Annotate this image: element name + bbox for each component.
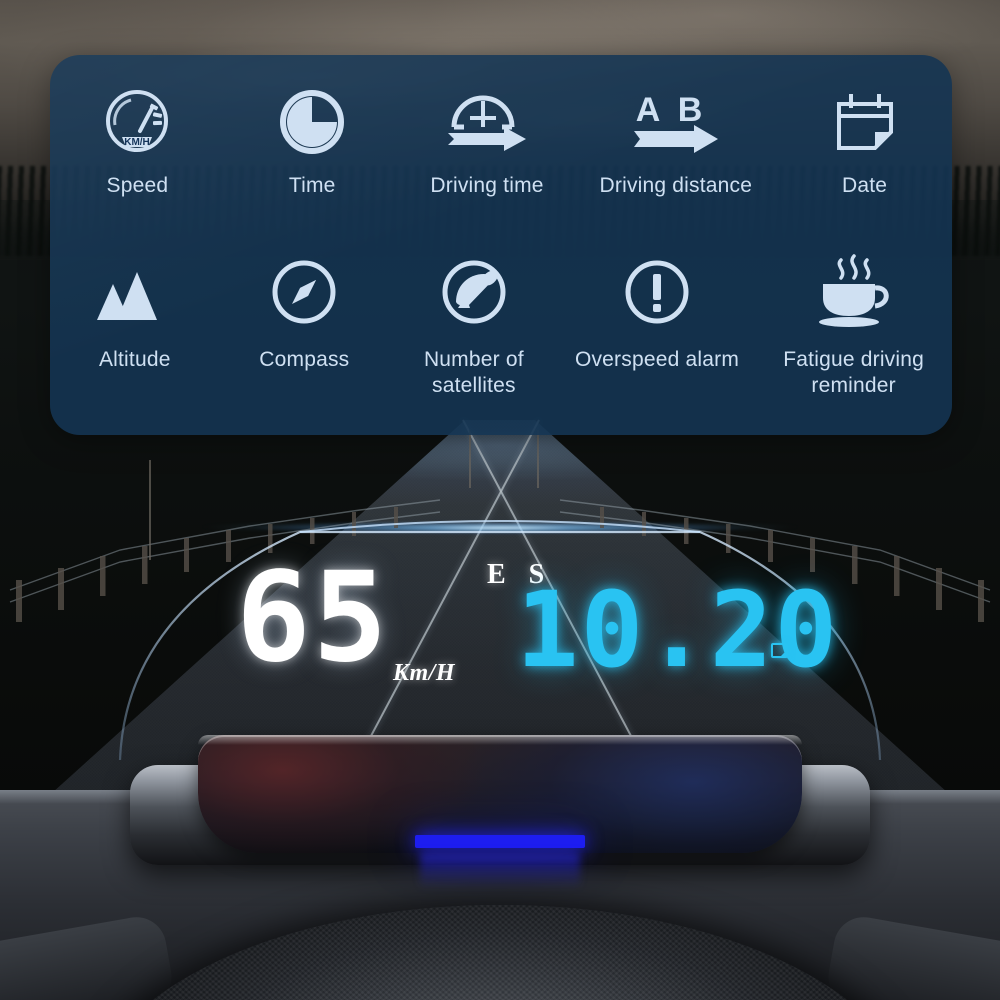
feature-label: Compass — [259, 348, 350, 371]
a-to-b-distance-icon: A B — [628, 83, 724, 161]
feature-label: Altitude — [98, 348, 171, 371]
calendar-icon — [829, 83, 901, 161]
icon-letter-a: A — [636, 91, 661, 129]
feature-date[interactable]: Date — [777, 75, 952, 245]
feature-label: Fatigue driving reminder — [783, 348, 925, 398]
svg-text:KM/H: KM/H — [125, 137, 151, 148]
feature-label: Speed — [106, 174, 169, 197]
feature-label: Number of satellites — [423, 348, 524, 398]
blue-led-reflection — [420, 853, 580, 889]
screenshot-root: 65 Km/H E S 10.20 KM/H Speed Time Drivin… — [0, 0, 1000, 1000]
feature-satellites[interactable]: Number of satellites — [389, 245, 559, 425]
compass-icon — [268, 253, 340, 331]
feature-label: Time — [288, 174, 336, 197]
feature-label: Date — [842, 174, 888, 197]
satellite-dish-icon — [438, 253, 510, 331]
speedometer-icon: KM/H — [100, 83, 174, 161]
mountains-icon — [93, 253, 177, 331]
note-badge-icon — [771, 643, 788, 658]
coffee-cup-icon — [811, 253, 897, 331]
feature-time[interactable]: Time — [225, 75, 400, 245]
exclamation-circle-icon — [621, 253, 693, 331]
feature-label: Overspeed alarm — [574, 348, 740, 371]
feature-label: Driving time — [430, 174, 544, 197]
feature-speed[interactable]: KM/H Speed — [50, 75, 225, 245]
feature-altitude[interactable]: Altitude — [50, 245, 220, 425]
hud-speed-unit: Km/H — [393, 660, 456, 686]
icon-letter-b: B — [678, 91, 703, 129]
feature-row-1: KM/H Speed Time Driving time A B Driving… — [50, 75, 952, 245]
feature-label: Driving distance — [599, 174, 753, 197]
feature-driving-time[interactable]: Driving time — [400, 75, 575, 245]
feature-driving-distance[interactable]: A B Driving distance — [574, 75, 777, 245]
clock-pie-icon — [277, 83, 347, 161]
hud-time-value: 10.20 — [516, 569, 840, 691]
feature-fatigue-reminder[interactable]: Fatigue driving reminder — [755, 245, 952, 425]
horizon-glow-core — [120, 520, 880, 534]
feature-overspeed-alarm[interactable]: Overspeed alarm — [559, 245, 756, 425]
feature-compass[interactable]: Compass — [220, 245, 390, 425]
hud-speed-value: 65 — [236, 546, 390, 690]
feature-row-2: Altitude Compass Number of satellites Ov… — [50, 245, 952, 425]
blue-led-strip — [415, 835, 585, 848]
feature-panel: KM/H Speed Time Driving time A B Driving… — [50, 55, 952, 435]
driving-time-icon — [442, 83, 532, 161]
hud-device[interactable] — [130, 735, 870, 889]
